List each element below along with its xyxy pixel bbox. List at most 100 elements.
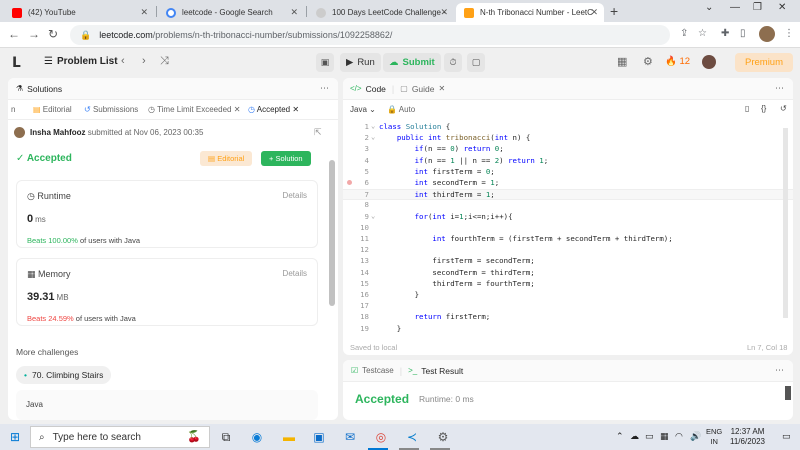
close-window-button[interactable]: ✕ bbox=[778, 2, 786, 13]
code-line[interactable]: 4 if(n == 1 || n == 2) return 1; bbox=[343, 156, 793, 167]
code-line[interactable]: 5 int firstTerm = 0; bbox=[343, 167, 793, 178]
more-options-icon[interactable]: ⋯ bbox=[775, 83, 785, 94]
close-tab-icon[interactable]: ✕ bbox=[590, 7, 598, 18]
code-line[interactable]: 10 bbox=[343, 223, 793, 234]
code-line[interactable]: 18 return firstTerm; bbox=[343, 312, 793, 323]
fold-chevron-icon[interactable]: ⌄ bbox=[371, 122, 375, 130]
code-line[interactable]: 11 int fourthTerm = (firstTerm + secondT… bbox=[343, 234, 793, 245]
scrollbar[interactable] bbox=[785, 386, 791, 400]
chevron-left-icon[interactable]: ‹ bbox=[121, 55, 125, 67]
code-line[interactable]: 6 int secondTerm = 1; bbox=[343, 178, 793, 189]
share-icon[interactable]: ⇪ bbox=[680, 28, 688, 39]
details-link[interactable]: Details bbox=[283, 191, 307, 200]
profile-avatar[interactable] bbox=[759, 26, 775, 42]
language-select[interactable]: Java ⌄ bbox=[350, 105, 376, 114]
task-view-icon[interactable]: ⧉ bbox=[218, 429, 234, 445]
minimize-button[interactable]: — bbox=[730, 2, 740, 13]
restore-button[interactable]: ❐ bbox=[753, 2, 762, 13]
taskbar-search-input[interactable]: ⌕ Type here to search 🍒 bbox=[30, 426, 210, 448]
back-arrow-icon[interactable]: ← bbox=[8, 27, 20, 41]
notification-icon[interactable]: ▭ bbox=[782, 431, 791, 442]
fold-chevron-icon[interactable]: ⌄ bbox=[371, 133, 375, 141]
runtime-card[interactable]: ◷ Runtime Details 0 ms Beats 100.00% of u… bbox=[16, 180, 318, 248]
sidebar-icon[interactable]: ▯ bbox=[740, 28, 746, 39]
new-tab-button[interactable]: + bbox=[610, 3, 618, 19]
tray-chevron-icon[interactable]: ⌃ bbox=[616, 431, 624, 442]
scrollbar[interactable] bbox=[783, 128, 788, 318]
submit-button[interactable]: ☁ Submit bbox=[383, 53, 441, 72]
system-clock[interactable]: 12:37 AM 11/6/2023 bbox=[730, 427, 765, 447]
fold-chevron-icon[interactable]: ⌄ bbox=[371, 212, 375, 220]
format-icon[interactable]: {} bbox=[761, 104, 766, 113]
code-line[interactable]: 14 secondTerm = thirdTerm; bbox=[343, 268, 793, 279]
vscode-icon[interactable]: ≺ bbox=[404, 429, 420, 445]
store-icon[interactable]: ▣ bbox=[311, 429, 327, 445]
tab-editorial[interactable]: ▤ Editorial bbox=[33, 105, 72, 114]
input-language[interactable]: ENG IN bbox=[706, 427, 722, 447]
url-field[interactable]: 🔒 leetcode.com/problems/n-th-tribonacci-… bbox=[70, 25, 670, 45]
editorial-button[interactable]: ▤ Editorial bbox=[200, 151, 253, 166]
gear-icon[interactable]: ⚙ bbox=[643, 55, 653, 68]
tab-time-limit-exceeded[interactable]: ◷ Time Limit Exceeded ✕ bbox=[148, 105, 240, 114]
solution-button[interactable]: + Solution bbox=[261, 151, 311, 166]
close-tab-icon[interactable]: ✕ bbox=[140, 7, 148, 18]
more-menu-icon[interactable]: ⋮ bbox=[784, 28, 794, 39]
close-tab-icon[interactable]: ✕ bbox=[440, 7, 448, 18]
browser-tab-leetcode[interactable]: N-th Tribonacci Number - LeetC ✕ bbox=[456, 3, 604, 22]
cloud-icon[interactable]: ☁ bbox=[630, 431, 639, 442]
code-line[interactable]: 1 ⌄ class Solution { bbox=[343, 122, 793, 133]
settings-icon[interactable]: ⚙ bbox=[435, 429, 451, 445]
close-icon[interactable]: ✕ bbox=[234, 105, 241, 114]
avatar[interactable] bbox=[14, 127, 25, 138]
code-line[interactable]: 8 bbox=[343, 200, 793, 211]
close-icon[interactable]: ✕ bbox=[292, 105, 299, 114]
tab-code[interactable]: Code bbox=[366, 84, 386, 94]
chevron-right-icon[interactable]: › bbox=[142, 55, 146, 67]
autocomplete-toggle[interactable]: 🔒 Auto bbox=[387, 105, 415, 114]
code-preview[interactable]: Java bbox=[16, 390, 318, 420]
browser-tab-google[interactable]: leetcode - Google Search ✕ bbox=[158, 3, 304, 22]
forward-arrow-icon[interactable]: → bbox=[28, 27, 40, 41]
shuffle-icon[interactable]: ⤨ bbox=[160, 55, 169, 68]
close-tab-icon[interactable]: ✕ bbox=[290, 7, 298, 18]
scrollbar[interactable] bbox=[329, 160, 335, 306]
bookmark-icon[interactable]: ▯ bbox=[745, 104, 749, 113]
reset-icon[interactable]: ↺ bbox=[780, 104, 787, 113]
timer-icon[interactable]: ⏱ bbox=[444, 53, 462, 72]
star-icon[interactable]: ☆ bbox=[698, 28, 707, 39]
chevron-down-icon[interactable]: ⌄ bbox=[705, 2, 713, 13]
share-icon[interactable]: ⇱ bbox=[314, 127, 322, 138]
code-line[interactable]: 3 if(n == 0) return 0; bbox=[343, 144, 793, 155]
code-line[interactable]: 15 thirdTerm = fourthTerm; bbox=[343, 279, 793, 290]
volume-icon[interactable]: 🔊 bbox=[690, 431, 701, 442]
user-avatar[interactable] bbox=[702, 55, 716, 69]
notes-icon[interactable]: ▢ bbox=[467, 53, 485, 72]
network-icon[interactable]: ▭ bbox=[645, 431, 654, 442]
extensions-icon[interactable]: ✚ bbox=[721, 28, 729, 39]
streak-counter[interactable]: 🔥 12 bbox=[665, 56, 690, 67]
more-options-icon[interactable]: ⋯ bbox=[775, 365, 785, 376]
author-name[interactable]: Insha Mahfooz bbox=[30, 128, 86, 137]
reload-icon[interactable]: ↻ bbox=[48, 27, 58, 41]
tab-guide[interactable]: Guide bbox=[412, 84, 435, 94]
tab-submissions[interactable]: ↺ Submissions bbox=[84, 105, 138, 114]
memory-card[interactable]: ▦ Memory Details 39.31 MB Beats 24.59% of… bbox=[16, 258, 318, 326]
details-link[interactable]: Details bbox=[283, 269, 307, 278]
layout-icon[interactable]: ▦ bbox=[617, 55, 627, 68]
file-explorer-icon[interactable]: ▬ bbox=[281, 429, 297, 445]
more-options-icon[interactable]: ⋯ bbox=[320, 83, 330, 94]
run-button[interactable]: ▶ Run bbox=[340, 53, 381, 72]
premium-button[interactable]: Premium bbox=[735, 53, 794, 72]
windows-start-icon[interactable]: ⊞ bbox=[7, 429, 23, 445]
code-line[interactable]: 13 firstTerm = secondTerm; bbox=[343, 256, 793, 267]
browser-tab-challenge[interactable]: 100 Days LeetCode Challenge - ✕ bbox=[308, 3, 454, 22]
code-line[interactable]: 9 ⌄ for(int i=1;i<=n;i++){ bbox=[343, 212, 793, 223]
leetcode-logo-icon[interactable]: ᒪ bbox=[12, 54, 26, 70]
tab-accepted[interactable]: ◷ Accepted ✕ bbox=[248, 105, 299, 114]
chrome-icon[interactable]: ◎ bbox=[373, 429, 389, 445]
code-line[interactable]: 19 } bbox=[343, 324, 793, 335]
close-icon[interactable]: ✕ bbox=[439, 84, 446, 93]
edge-icon[interactable]: ◉ bbox=[249, 429, 265, 445]
tab-testcase[interactable]: Testcase bbox=[362, 366, 394, 375]
problem-list-link[interactable]: ☰ Problem List bbox=[44, 56, 118, 67]
